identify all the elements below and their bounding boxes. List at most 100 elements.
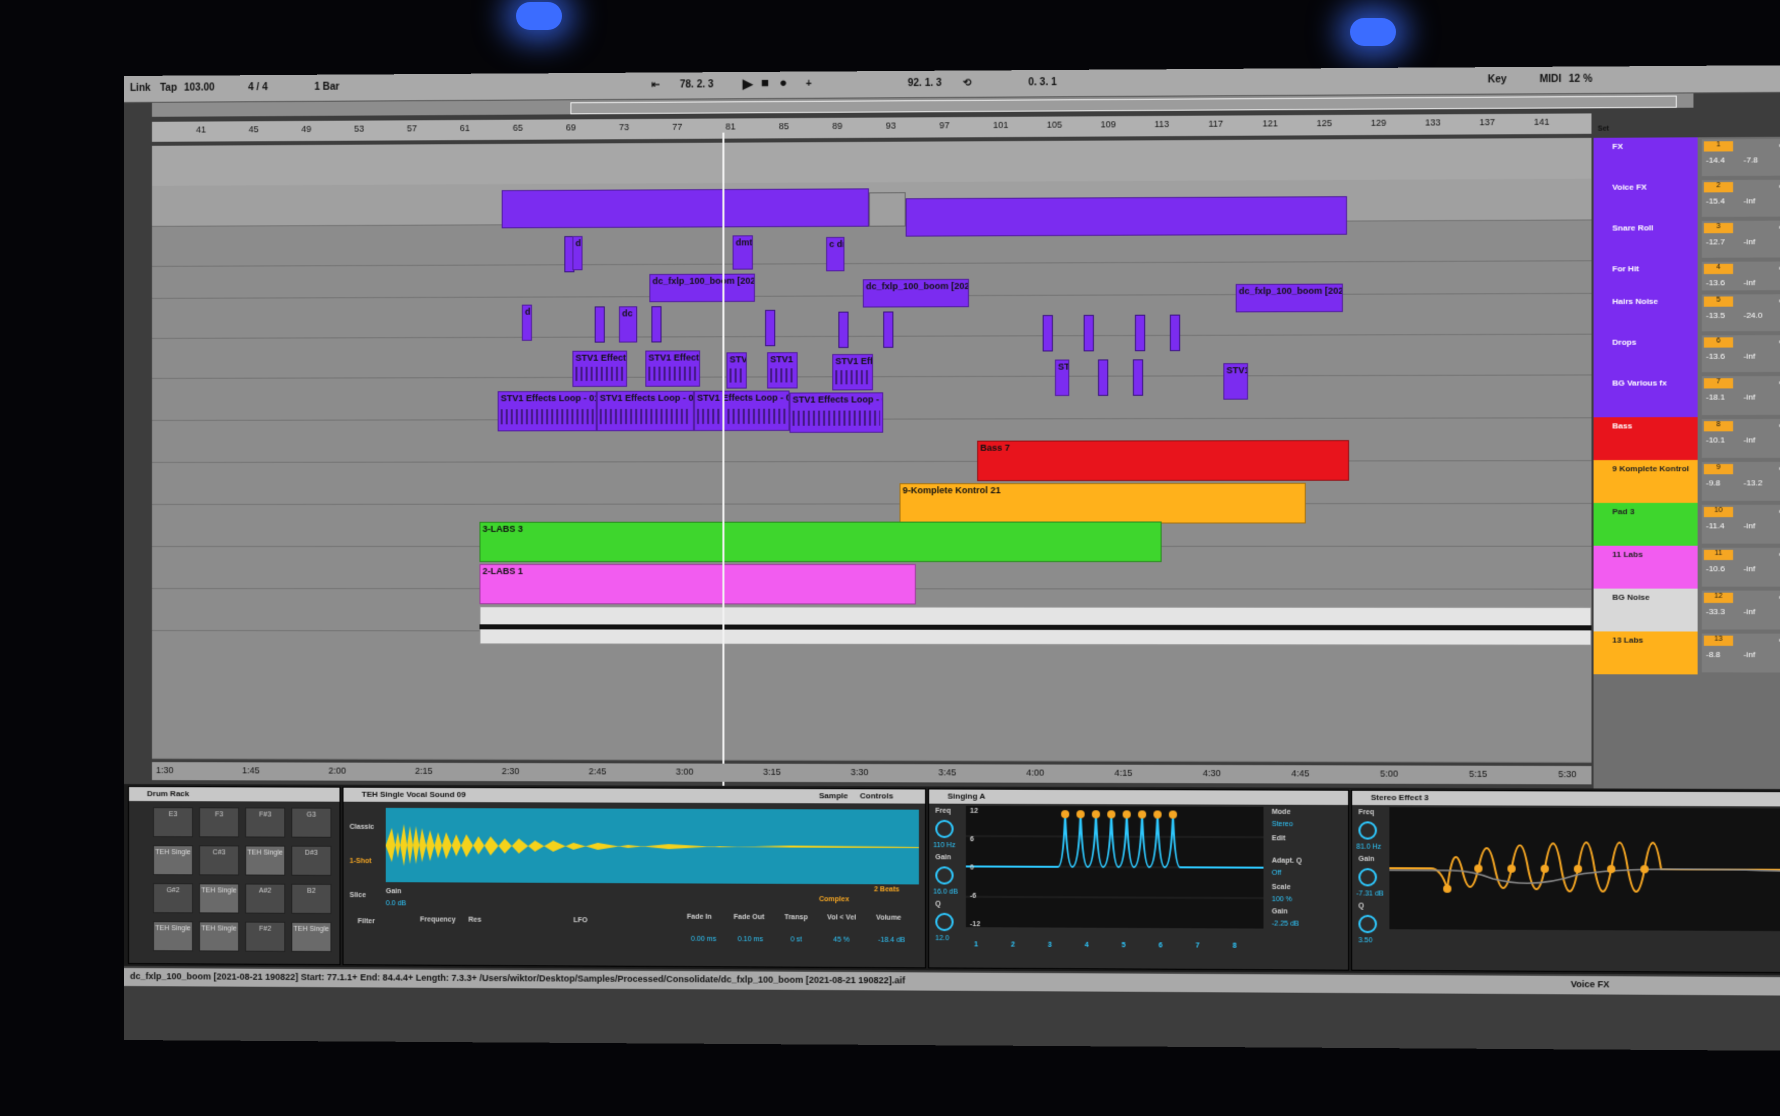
track-number[interactable]: 5: [1703, 296, 1734, 307]
hairs-noise-clip[interactable]: [765, 309, 776, 347]
link-button[interactable]: Link: [130, 83, 151, 94]
track-name[interactable]: 11 Labs: [1593, 545, 1698, 589]
track-volume[interactable]: -11.4: [1706, 521, 1724, 530]
track-volume[interactable]: -12.7: [1706, 237, 1725, 246]
track-header[interactable]: Drops6-13.6-infC: [1593, 333, 1780, 375]
hairs-noise-clip[interactable]: [1042, 315, 1053, 352]
track-volume[interactable]: -15.4: [1706, 196, 1725, 205]
track-name[interactable]: BG Noise: [1593, 588, 1698, 632]
drum-pad[interactable]: G#2: [152, 883, 194, 914]
eq-freq-knob[interactable]: [935, 819, 954, 839]
key-map-button[interactable]: Key: [1488, 74, 1507, 85]
drum-pad[interactable]: G3: [291, 807, 332, 838]
eq-eight-device[interactable]: Singing A Freq 110 Hz Gain 16.0 dB Q 12.…: [928, 788, 1350, 971]
drum-pad[interactable]: E3: [152, 807, 194, 838]
volume-value[interactable]: -18.4 dB: [878, 937, 905, 944]
stv-loop-clip[interactable]: STV1 Effects Loop - 012: [497, 390, 597, 432]
track-lane-13-labs[interactable]: [151, 630, 1592, 763]
stv-effect-clip[interactable]: STV1 Effect: [572, 350, 628, 387]
track-header[interactable]: 9 Komplete Kontrol9-9.8-13.2C: [1593, 459, 1780, 503]
hairs-noise-clip[interactable]: [651, 306, 662, 343]
track-header[interactable]: Pad 310-11.4-infC: [1593, 502, 1780, 546]
loop-icon[interactable]: ⟲: [963, 78, 972, 89]
eq-out-gain-value[interactable]: -2.25 dB: [1272, 921, 1299, 928]
eq-scale-value[interactable]: 100 %: [1272, 896, 1292, 903]
track-number[interactable]: 8: [1703, 421, 1734, 432]
hairs-noise-clip[interactable]: [1083, 314, 1094, 352]
drum-pad[interactable]: B2: [291, 883, 332, 914]
simpler-device[interactable]: TEH Single Vocal Sound 09 Sample Control…: [342, 786, 927, 969]
vel-value[interactable]: 45 %: [833, 937, 849, 944]
track-volume[interactable]: -10.6: [1706, 564, 1725, 573]
track-name[interactable]: 9 Komplete Kontrol: [1593, 459, 1698, 503]
track-number[interactable]: 12: [1703, 592, 1734, 603]
stv-effect-clip[interactable]: STV1 Effe: [832, 353, 874, 391]
drum-pad[interactable]: C#3: [199, 845, 240, 876]
eq-edit-button[interactable]: Edit: [1272, 835, 1286, 842]
eq2-q-knob[interactable]: [1358, 914, 1377, 934]
track-number[interactable]: 2: [1703, 182, 1734, 193]
eq-gain-knob[interactable]: [935, 866, 954, 885]
drum-pad[interactable]: F#2: [245, 921, 286, 952]
eq-mode-value[interactable]: Stereo: [1272, 821, 1293, 828]
track-volume[interactable]: -14.4: [1706, 156, 1725, 165]
track-name[interactable]: Bass: [1593, 417, 1698, 461]
track-name[interactable]: FX: [1593, 137, 1698, 179]
track-number[interactable]: 13: [1703, 635, 1734, 646]
drum-pad[interactable]: TEH Single: [291, 921, 332, 953]
drum-pad[interactable]: TEH Single: [152, 845, 194, 876]
boom-clip[interactable]: dc_fxlp_100_boom [202: [862, 278, 969, 308]
tab-controls[interactable]: Controls: [860, 791, 894, 800]
eq-freq-value[interactable]: 110 Hz: [933, 842, 955, 849]
mode-one-shot[interactable]: 1-Shot: [350, 858, 372, 865]
voice-fx-clip[interactable]: [501, 188, 869, 229]
track-name[interactable]: For Hit: [1593, 259, 1698, 293]
kontrol-clip[interactable]: 9-Komplete Kontrol 21: [899, 482, 1306, 524]
gain-value[interactable]: 0.0 dB: [386, 900, 406, 907]
track-volume[interactable]: -18.1: [1706, 393, 1725, 402]
eq2-freq-value[interactable]: 81.0 Hz: [1356, 844, 1381, 851]
track-name[interactable]: Hairs Noise: [1593, 292, 1698, 334]
eq2-gain-value[interactable]: -7.31 dB: [1356, 890, 1383, 897]
stv-effect-clip[interactable]: [1132, 359, 1144, 396]
signature-field[interactable]: 4 / 4: [248, 82, 268, 93]
quantize-menu[interactable]: 1 Bar: [314, 82, 339, 93]
hairs-noise-clip[interactable]: [1134, 314, 1146, 352]
hairs-noise-clip[interactable]: [1169, 314, 1181, 352]
track-volume[interactable]: -8.8: [1706, 650, 1720, 659]
eq-eight-device-2[interactable]: Stereo Effect 3 Freq 81.0 Hz Gain -7.31 …: [1351, 789, 1780, 974]
voice-fx-clip[interactable]: [905, 196, 1348, 237]
stv-effect-clip[interactable]: STV1: [767, 352, 798, 389]
track-volume[interactable]: -33.3: [1706, 607, 1725, 616]
fade-in-value[interactable]: 0.00 ms: [691, 936, 716, 943]
stv-effect-clip[interactable]: [1097, 359, 1109, 396]
eq2-display[interactable]: [1389, 807, 1780, 932]
snare-roll-clip[interactable]: c dn: [826, 236, 845, 272]
stv-effect-clip[interactable]: ST: [1054, 359, 1070, 396]
eq-band-button[interactable]: 8: [1233, 943, 1237, 950]
tempo-field[interactable]: 103.00: [184, 82, 215, 93]
track-name[interactable]: 13 Labs: [1593, 631, 1698, 675]
record-icon[interactable]: ●: [779, 75, 787, 90]
track-name[interactable]: Voice FX: [1593, 178, 1698, 220]
eq-adapt-value[interactable]: Off: [1272, 870, 1282, 877]
track-header[interactable]: BG Noise12-33.3-infC: [1593, 588, 1780, 632]
track-header[interactable]: For Hit4-13.6-infC: [1593, 259, 1780, 293]
loop-start-field[interactable]: 92. 1. 3: [908, 78, 942, 89]
track-name[interactable]: Drops: [1593, 333, 1698, 375]
lfo-toggle[interactable]: LFO: [573, 917, 587, 924]
midi-map-button[interactable]: MIDI: [1540, 74, 1562, 85]
overview-window[interactable]: [570, 95, 1677, 115]
hairs-noise-clip[interactable]: [883, 311, 894, 348]
drum-pad[interactable]: F#3: [245, 807, 286, 838]
drum-pad[interactable]: TEH Single: [199, 921, 240, 952]
eq-band-button[interactable]: 3: [1048, 942, 1052, 949]
stv-effect-clip[interactable]: STV: [726, 352, 747, 389]
fade-out-value[interactable]: 0.10 ms: [738, 936, 763, 943]
track-header[interactable]: 13 Labs13-8.8-infC: [1593, 631, 1780, 675]
drum-pad[interactable]: D#3: [291, 845, 332, 876]
snare-roll-clip[interactable]: d: [572, 236, 583, 271]
track-number[interactable]: 10: [1703, 506, 1734, 518]
stv-effect-clip[interactable]: STV1: [1223, 363, 1249, 400]
drum-pad[interactable]: TEH Single: [245, 845, 286, 876]
